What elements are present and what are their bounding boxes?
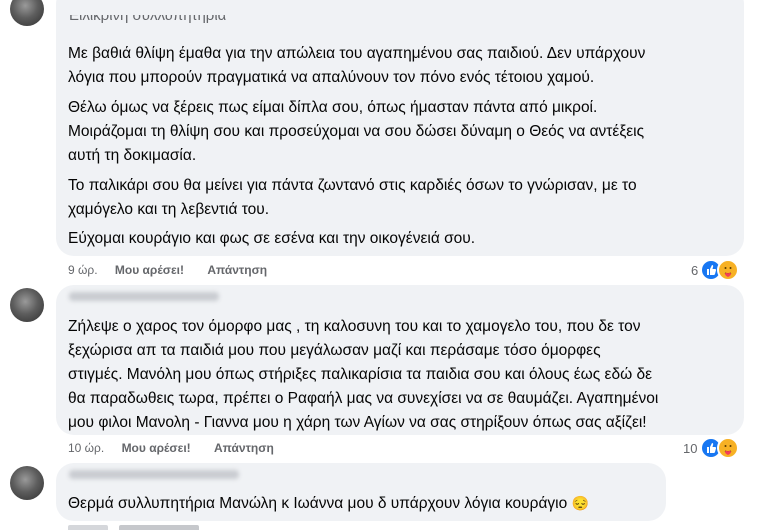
avatar[interactable] <box>10 288 44 322</box>
comment-text-line: Μοιράζομαι τη θλίψη σου και προσεύχομαι … <box>68 123 645 140</box>
comment-actions: 9 ώρ. Μου αρέσει! Απάντηση <box>68 263 267 277</box>
comment-text-line: χαμόγελο και τη λεβεντιά του. <box>68 201 270 218</box>
comment-text-line: Ζήλεψε ο χαρος τον όμορφο μας , τη καλοσ… <box>68 318 641 335</box>
comment-bubble: Ειλικρινή συλλυπητήρια Με βαθιά θλίψη έμ… <box>56 0 744 256</box>
care-icon[interactable] <box>717 259 739 281</box>
comment-text-line: ξεχώρισα απ τα παιδιά μου που μεγάλωσαν … <box>68 342 601 359</box>
comment-actions-partial <box>68 524 208 530</box>
comment-text-line: Θέλω όμως να ξέρεις πως είμαι δίπλα σου,… <box>68 99 598 116</box>
comment-bubble: Θερμά συλλυπητήρια Μανώλη κ Ιωάννα μου δ… <box>56 463 666 521</box>
avatar[interactable] <box>10 466 44 500</box>
reaction-count[interactable]: 10 <box>683 441 697 456</box>
author-name-blurred[interactable] <box>69 470 239 479</box>
comment-time[interactable]: 9 ώρ. <box>68 263 98 277</box>
comment-text-line: θα παραδωθεις τωρα, πρέπει ο Ραφαήλ μας … <box>68 390 659 407</box>
comment-text-line: Θερμά συλλυπητήρια Μανώλη κ Ιωάννα μου δ… <box>68 491 589 516</box>
like-button[interactable]: Μου αρέσει! <box>115 263 184 277</box>
care-icon[interactable] <box>717 437 739 459</box>
comment-text: Θερμά συλλυπητήρια Μανώλη κ Ιωάννα μου δ… <box>68 495 568 512</box>
comment-text-line: Εύχομαι κουράγιο και φως σε εσένα και τη… <box>68 230 476 247</box>
pensive-face-emoji: 😔 <box>571 495 589 511</box>
comment-header-partial: Ειλικρινή συλλυπητήρια <box>69 7 227 24</box>
like-button[interactable]: Μου αρέσει! <box>122 441 191 455</box>
comment-text-line: Το παλικάρι σου θα μείνει για πάντα ζωντ… <box>68 177 637 194</box>
comment-text-line: αυτή τη δοκιμασία. <box>68 147 197 164</box>
avatar[interactable] <box>10 0 44 26</box>
comment-text-line: στιγμές. Μανόλη μου όπως στήριξες παλικα… <box>68 366 653 383</box>
comment-text-line: λόγια που μπορούν πραγματικά να απαλύνου… <box>68 69 595 86</box>
comment-bubble: Ζήλεψε ο χαρος τον όμορφο μας , τη καλοσ… <box>56 285 744 435</box>
comment-text-line: μου φιλοι Μανολη - Γιαννα μου η χάρη των… <box>68 414 647 431</box>
reply-button[interactable]: Απάντηση <box>214 441 274 455</box>
author-name-blurred[interactable] <box>69 292 219 301</box>
comment-text-line: Με βαθιά θλίψη έμαθα για την απώλεια του… <box>68 45 646 62</box>
comment-actions: 10 ώρ. Μου αρέσει! Απάντηση <box>68 441 274 455</box>
reaction-count[interactable]: 6 <box>691 263 698 278</box>
comment-time[interactable]: 10 ώρ. <box>68 441 104 455</box>
reply-button[interactable]: Απάντηση <box>207 263 267 277</box>
